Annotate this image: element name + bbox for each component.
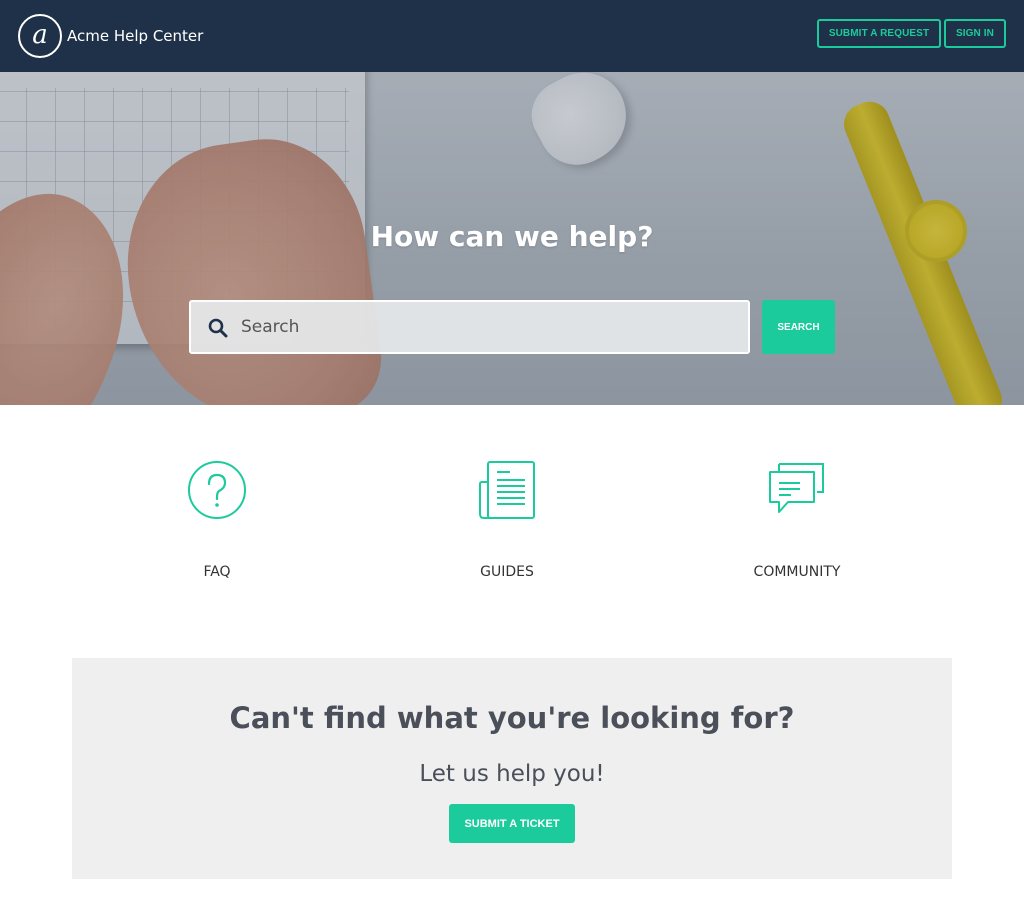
- category-label: COMMUNITY: [753, 564, 841, 580]
- search-box[interactable]: [189, 300, 750, 354]
- category-label: FAQ: [203, 564, 231, 580]
- category-guides[interactable]: GUIDES: [427, 460, 587, 582]
- category-label: GUIDES: [480, 564, 534, 580]
- sign-in-button[interactable]: SIGN IN: [944, 19, 1006, 48]
- document-icon: [479, 461, 535, 519]
- callout-title: Can't find what you're looking for?: [229, 701, 795, 735]
- acme-logo-icon[interactable]: a: [18, 14, 62, 58]
- chat-bubbles-icon: [769, 463, 824, 513]
- search-input[interactable]: [241, 302, 741, 352]
- help-callout: Can't find what you're looking for? Let …: [72, 658, 952, 879]
- brand-name[interactable]: Acme Help Center: [67, 26, 203, 46]
- category-faq[interactable]: FAQ: [137, 460, 297, 582]
- question-circle-icon: [188, 461, 246, 519]
- category-community[interactable]: COMMUNITY: [717, 460, 877, 582]
- search-button[interactable]: SEARCH: [762, 300, 835, 354]
- callout-subtitle: Let us help you!: [419, 761, 605, 787]
- submit-request-button[interactable]: SUBMIT A REQUEST: [817, 19, 941, 48]
- top-header: a Acme Help Center SUBMIT A REQUEST SIGN…: [0, 0, 1024, 72]
- hero-banner: How can we help? SEARCH: [0, 72, 1024, 405]
- search-icon: [208, 318, 228, 338]
- submit-ticket-button[interactable]: SUBMIT A TICKET: [449, 804, 575, 843]
- hero-title: How can we help?: [370, 220, 654, 253]
